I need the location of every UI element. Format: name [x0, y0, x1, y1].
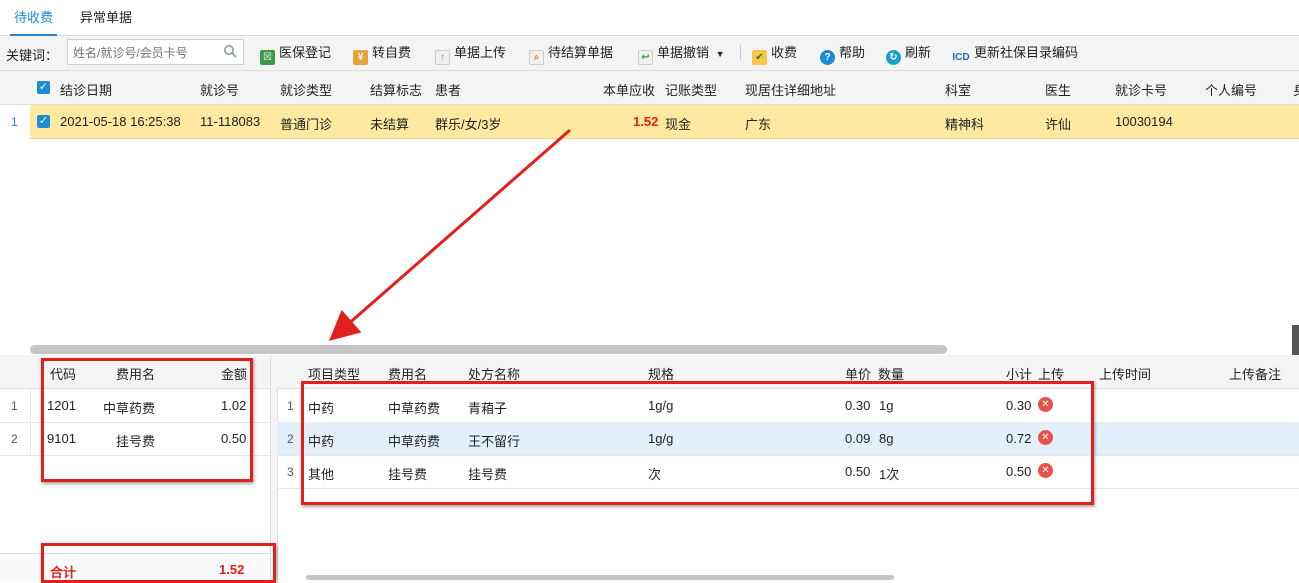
annotation-arrow: [328, 128, 571, 341]
